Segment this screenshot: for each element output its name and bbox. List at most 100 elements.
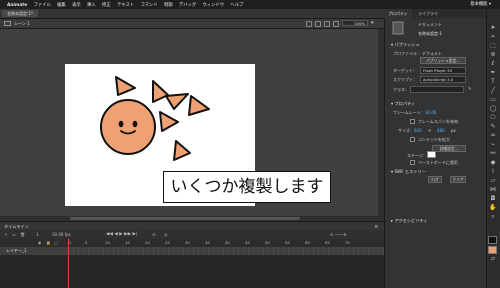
line-icon[interactable]: ╱ xyxy=(489,87,497,94)
edit-scene-icon[interactable] xyxy=(333,20,339,27)
target-select[interactable]: Flash Player 30 xyxy=(420,67,466,74)
loop-icon[interactable]: ⟲ xyxy=(152,230,155,239)
selection-icon[interactable]: ➤ xyxy=(489,24,497,31)
camera-icon[interactable]: ◘ xyxy=(489,195,497,202)
stroke-color-swatch[interactable] xyxy=(488,236,497,244)
menu-modify[interactable]: 修正 xyxy=(102,3,111,8)
class-input[interactable] xyxy=(410,86,464,93)
clear-button[interactable]: クリア xyxy=(450,176,466,183)
tab-library[interactable]: ライブラリ xyxy=(414,9,442,18)
panel-tabs: プロパティ ライブラリ xyxy=(384,9,486,18)
triangle-shape-3[interactable] xyxy=(165,93,189,110)
polystar-icon[interactable]: ⬠ xyxy=(489,114,497,121)
menu-window[interactable]: ウィンドウ xyxy=(203,3,224,8)
current-frame[interactable]: 1 xyxy=(36,230,39,239)
lock-icon[interactable]: 🔒 xyxy=(46,239,51,247)
publish-settings-button[interactable]: パブリッシュ設定... xyxy=(420,57,466,64)
swf-history-header[interactable]: ▾ SWF ヒストリー xyxy=(391,169,426,175)
playhead[interactable] xyxy=(68,239,69,288)
text-icon[interactable]: T xyxy=(489,78,497,85)
triangle-shape-4[interactable] xyxy=(188,95,210,116)
timeline-title[interactable]: タイムライン xyxy=(4,224,29,229)
triangle-shape-2[interactable] xyxy=(152,80,169,103)
class-edit-icon[interactable]: ✎ xyxy=(468,86,471,91)
fps-display[interactable]: 30.00 fps xyxy=(52,230,71,239)
menu-text[interactable]: テキスト xyxy=(117,3,134,8)
paint-brush-icon[interactable]: ⌁ xyxy=(489,141,497,148)
width-value[interactable]: 640 xyxy=(414,128,422,133)
brush-icon[interactable]: ♒ xyxy=(489,132,497,139)
script-select[interactable]: ActionScript 3.0 xyxy=(420,76,466,83)
tab-properties[interactable]: プロパティ xyxy=(384,9,412,18)
bone-icon[interactable]: ⚯ xyxy=(489,150,497,157)
stage-color-swatch[interactable] xyxy=(427,151,436,158)
menu-help[interactable]: ヘルプ xyxy=(230,3,243,8)
menu-insert[interactable]: 挿入 xyxy=(87,3,96,8)
frame-span-checkbox[interactable] xyxy=(410,119,415,124)
triangle-shape-1[interactable] xyxy=(115,76,136,96)
subselection-icon[interactable]: ➢ xyxy=(489,33,497,40)
lasso-icon[interactable]: ℓ xyxy=(489,60,497,67)
menu-file[interactable]: ファイル xyxy=(34,3,51,8)
class-label: クラス： xyxy=(393,87,409,92)
scale-content-label: コンテンツを拡大 xyxy=(418,137,450,142)
new-folder-icon[interactable]: ▭ xyxy=(12,230,16,239)
profile-label: プロファイル： xyxy=(393,51,421,56)
menu-view[interactable]: 表示 xyxy=(72,3,81,8)
document-tab[interactable]: 名称未設定-1* xyxy=(2,10,38,17)
scene-name[interactable]: シーン 1 xyxy=(14,19,30,28)
workspace-switcher[interactable]: 基本機能 ▾ xyxy=(470,0,491,9)
layer-name[interactable]: レイヤー_1 xyxy=(6,247,26,255)
hand-icon[interactable]: ✋ xyxy=(489,204,497,211)
new-layer-icon[interactable]: ＋ xyxy=(4,230,8,239)
caption-text-box[interactable]: いくつか複製します xyxy=(163,171,331,203)
playback-controls[interactable]: ◀◀ ◀ ▶ ▶▶ ▶| xyxy=(106,230,137,239)
clip-content-icon[interactable] xyxy=(315,20,321,27)
frame-cells[interactable] xyxy=(68,247,384,255)
rectangle-icon[interactable]: ▭ xyxy=(489,96,497,103)
free-transform-icon[interactable]: ⬚ xyxy=(489,42,497,49)
eraser-icon[interactable]: ▱ xyxy=(489,177,497,184)
menu-app-name[interactable]: Animate xyxy=(7,3,27,8)
eye-icon[interactable]: ◉ xyxy=(38,239,41,247)
eyedropper-icon[interactable]: ⌇ xyxy=(489,168,497,175)
width-icon[interactable]: ⋈ xyxy=(489,186,497,193)
menu-commands[interactable]: コマンド xyxy=(140,3,157,8)
properties-section-header[interactable]: ▾ プロパティ xyxy=(391,101,415,107)
paint-bucket-icon[interactable]: ◆ xyxy=(489,159,497,166)
zoom-dropdown-icon[interactable]: ▾ xyxy=(371,20,374,26)
menu-control[interactable]: 制御 xyxy=(164,3,173,8)
center-stage-icon[interactable] xyxy=(306,20,312,27)
oval-icon[interactable]: ◯ xyxy=(489,105,497,112)
triangle-shape-6[interactable] xyxy=(173,140,191,161)
zoom-select[interactable]: 100% xyxy=(342,20,368,26)
fps-value[interactable]: 30.00 xyxy=(425,110,436,115)
pencil-icon[interactable]: ✎ xyxy=(489,123,497,130)
document-name: 名称未設定-1 xyxy=(418,31,442,36)
timeline-zoom-icon[interactable]: ⊖ ─── ⊕ xyxy=(330,230,346,239)
pen-icon[interactable]: ✒ xyxy=(489,69,497,76)
delete-layer-icon[interactable]: 🗑 xyxy=(20,230,25,239)
3d-rotation-icon[interactable]: ⊛ xyxy=(489,51,497,58)
size-label: サイズ： xyxy=(398,128,414,133)
height-value[interactable]: 480 xyxy=(437,128,445,133)
scale-content-checkbox[interactable] xyxy=(410,137,415,142)
pasteboard-checkbox[interactable] xyxy=(410,160,415,165)
link-icon[interactable]: ⚭ xyxy=(428,128,431,133)
fill-color-swatch[interactable] xyxy=(488,246,497,254)
zoom-icon[interactable]: ⌕ xyxy=(489,213,497,220)
circle-character[interactable] xyxy=(100,99,156,155)
timeline-ruler[interactable]: ◉ 🔒 □ 1 5 10 15 20 25 30 35 40 45 50 55 … xyxy=(0,239,384,247)
publish-section-header[interactable]: ▾ パブリッシュ xyxy=(391,42,420,48)
advanced-settings-button[interactable]: 詳細設定... xyxy=(432,145,466,152)
triangle-shape-5[interactable] xyxy=(159,111,179,132)
edit-symbols-icon[interactable] xyxy=(324,20,330,27)
menu-debug[interactable]: デバッグ xyxy=(179,3,196,8)
menu-edit[interactable]: 編集 xyxy=(57,3,66,8)
onion-skin-icon[interactable]: ◎ xyxy=(164,230,168,239)
swap-colors-icon[interactable]: ⇄ xyxy=(489,256,497,263)
horizontal-scroll-thumb[interactable] xyxy=(70,217,300,220)
outline-icon[interactable]: □ xyxy=(54,239,58,247)
log-button[interactable]: ログ xyxy=(428,176,442,183)
accessibility-header[interactable]: ▸ アクセシビリティ xyxy=(391,218,427,224)
